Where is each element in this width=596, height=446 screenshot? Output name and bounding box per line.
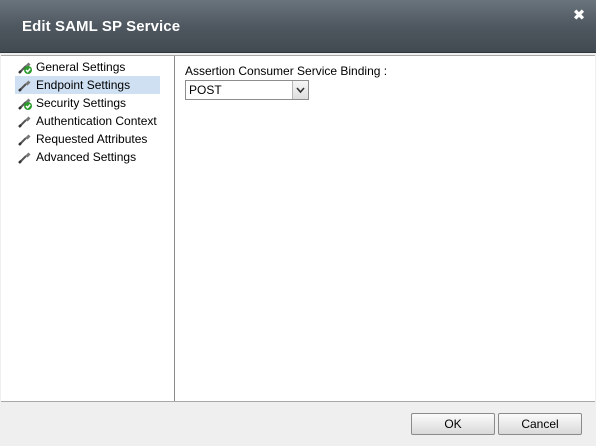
check-cable-icon (17, 59, 33, 75)
cable-icon (17, 77, 33, 93)
cable-icon (17, 113, 33, 129)
cable-icon (17, 131, 33, 147)
nav-item-advanced-settings[interactable]: Advanced Settings (15, 148, 160, 166)
edit-saml-sp-service-dialog: Edit SAML SP Service ✖ General Settings (0, 0, 596, 446)
dialog-content: General Settings Endpoint Settings Secur… (1, 55, 595, 402)
nav-item-label: Advanced Settings (36, 150, 137, 164)
nav-item-label: Security Settings (36, 96, 127, 110)
nav-item-security-settings[interactable]: Security Settings (15, 94, 160, 112)
binding-label: Assertion Consumer Service Binding : (185, 64, 388, 78)
close-icon[interactable]: ✖ (572, 8, 586, 23)
nav-item-general-settings[interactable]: General Settings (15, 58, 160, 76)
dialog-titlebar: Edit SAML SP Service ✖ (0, 0, 596, 53)
nav-item-label: Endpoint Settings (36, 78, 131, 92)
nav-item-label: Authentication Context (36, 114, 157, 128)
nav-item-endpoint-settings[interactable]: Endpoint Settings (15, 76, 160, 94)
dialog-footer: OK Cancel (0, 402, 596, 446)
settings-nav: General Settings Endpoint Settings Secur… (1, 56, 175, 401)
cancel-button[interactable]: Cancel (498, 413, 582, 435)
binding-select-value: POST (189, 83, 222, 97)
cable-icon (17, 149, 33, 165)
chevron-down-icon[interactable] (292, 81, 308, 99)
nav-item-authentication-context[interactable]: Authentication Context (15, 112, 160, 130)
nav-item-label: Requested Attributes (36, 132, 148, 146)
nav-item-label: General Settings (36, 60, 126, 74)
ok-button[interactable]: OK (411, 413, 495, 435)
dialog-title: Edit SAML SP Service (22, 18, 181, 35)
endpoint-settings-panel: Assertion Consumer Service Binding : POS… (185, 64, 387, 100)
nav-item-requested-attributes[interactable]: Requested Attributes (15, 130, 160, 148)
binding-select[interactable]: POST (185, 80, 309, 100)
check-cable-icon (17, 95, 33, 111)
